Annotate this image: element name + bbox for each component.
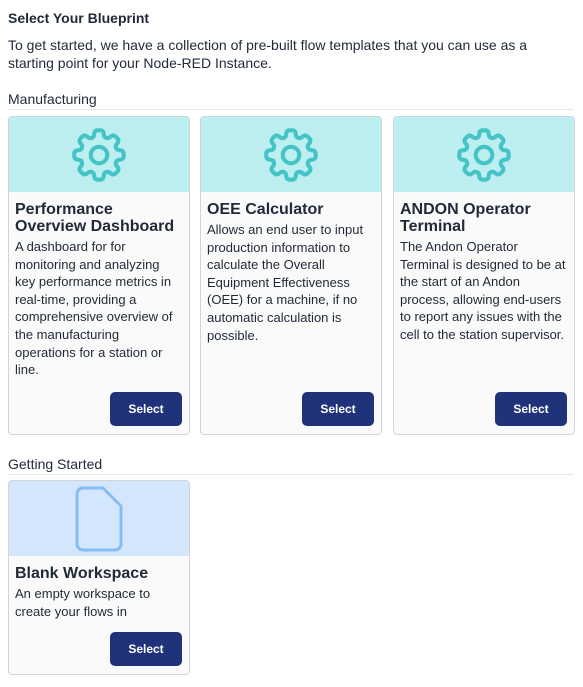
blueprint-card-andon-operator-terminal[interactable]: ANDON Operator Terminal The Andon Operat… bbox=[393, 116, 575, 435]
card-title: Performance Overview Dashboard bbox=[15, 201, 175, 235]
section-heading-getting-started: Getting Started bbox=[8, 456, 574, 475]
card-title: Blank Workspace bbox=[15, 565, 149, 582]
card-description: Allows an end user to input production i… bbox=[207, 222, 364, 343]
blueprint-card-performance-overview[interactable]: Performance Overview Dashboard A dashboa… bbox=[8, 116, 190, 435]
blueprint-card-oee-calculator[interactable]: OEE Calculator Allows an end user to inp… bbox=[200, 116, 382, 435]
document-icon bbox=[75, 486, 123, 551]
card-banner bbox=[9, 117, 189, 192]
card-banner bbox=[9, 481, 189, 556]
gear-icon bbox=[72, 127, 126, 182]
select-button-oee-calculator[interactable]: Select bbox=[302, 392, 374, 426]
blueprint-card-blank-workspace[interactable]: Blank Workspace An empty workspace to cr… bbox=[8, 480, 190, 675]
gear-icon bbox=[457, 127, 511, 182]
gear-icon bbox=[264, 127, 318, 182]
page-title: Select Your Blueprint bbox=[8, 10, 150, 26]
card-description: An empty workspace to create your flows … bbox=[15, 586, 151, 619]
card-description: The Andon Operator Terminal is designed … bbox=[400, 239, 566, 342]
card-banner bbox=[201, 117, 381, 192]
card-description: A dashboard for for monitoring and analy… bbox=[15, 239, 173, 378]
card-title: OEE Calculator bbox=[207, 201, 324, 218]
select-button-andon-operator-terminal[interactable]: Select bbox=[495, 392, 567, 426]
select-button-blank-workspace[interactable]: Select bbox=[110, 632, 182, 666]
card-title: ANDON Operator Terminal bbox=[400, 201, 531, 235]
select-button-performance-overview[interactable]: Select bbox=[110, 392, 182, 426]
card-banner bbox=[394, 117, 574, 192]
section-heading-manufacturing: Manufacturing bbox=[8, 91, 574, 110]
page-intro: To get started, we have a collection of … bbox=[8, 37, 528, 71]
